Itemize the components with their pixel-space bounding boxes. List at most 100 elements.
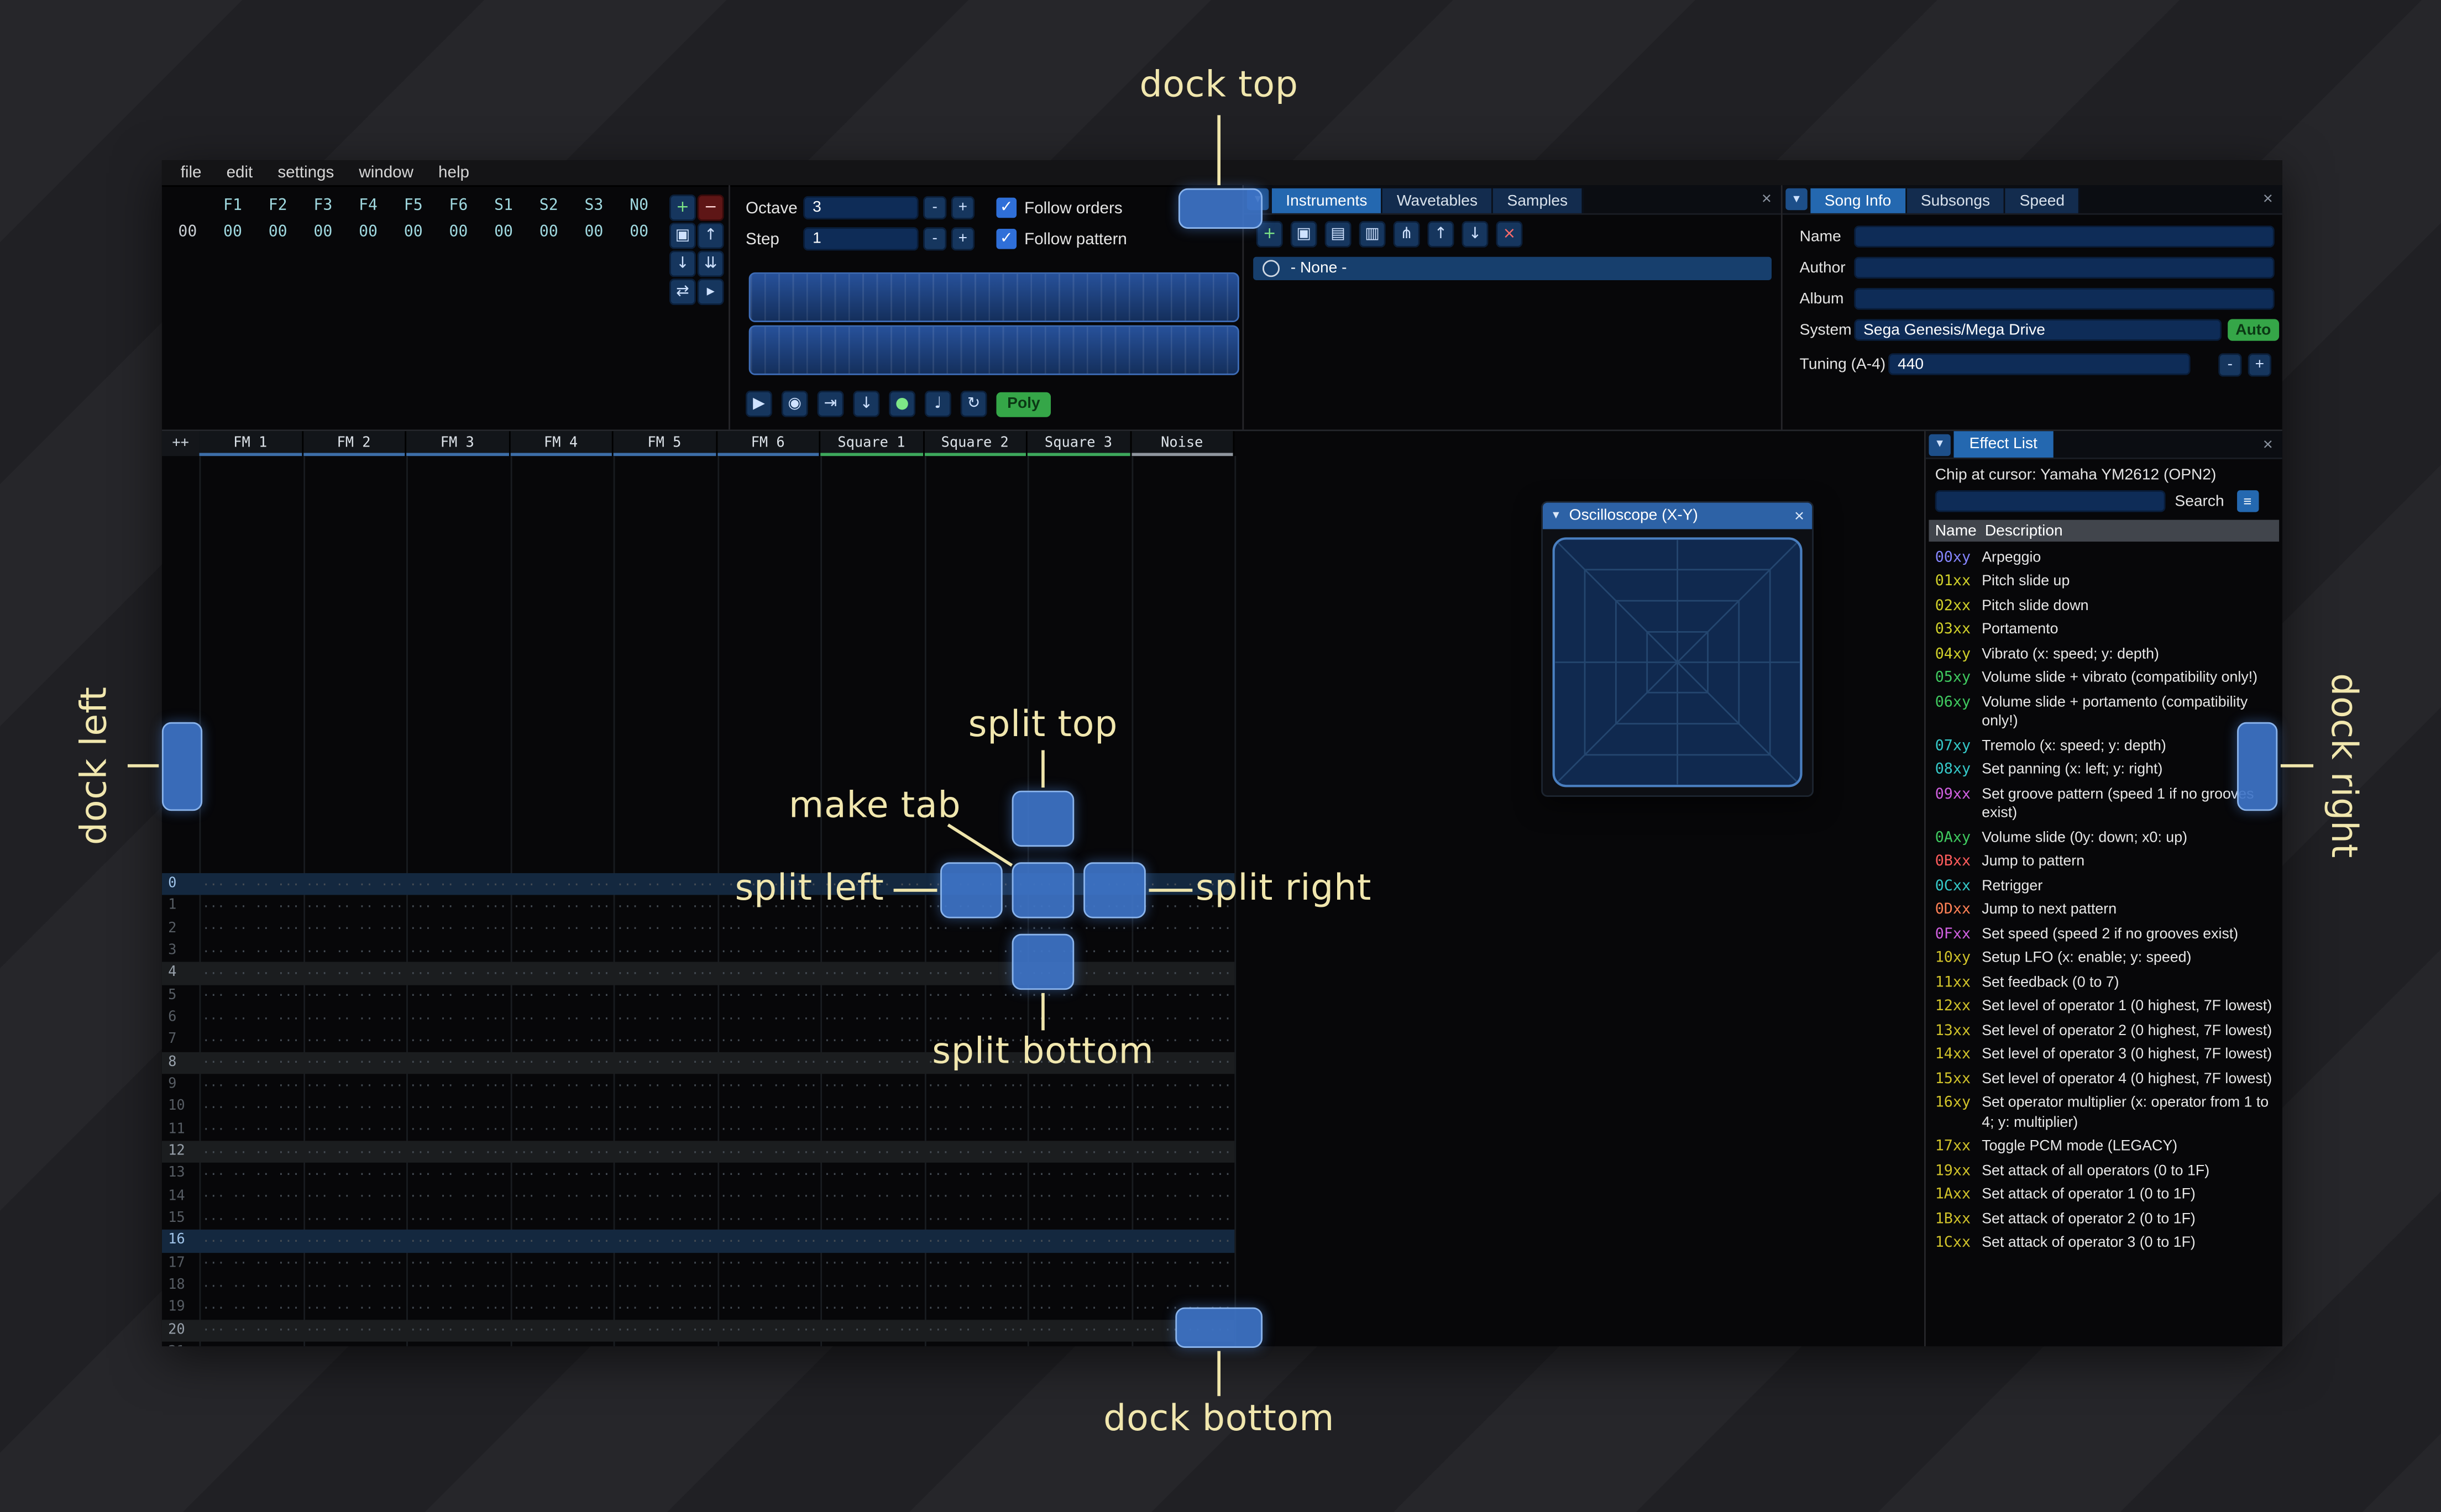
effect-row[interactable]: 07xy Tremolo (x: speed; y: depth) bbox=[1929, 734, 2279, 759]
pattern-cell[interactable]: ··· ·· ·· ··· bbox=[510, 1096, 613, 1119]
pattern-cell[interactable]: ··· ·· ·· ··· bbox=[406, 1096, 510, 1119]
effect-row[interactable]: 02xx Pitch slide down bbox=[1929, 595, 2279, 619]
pattern-cell[interactable]: ··· ·· ·· ··· bbox=[510, 1029, 613, 1051]
pattern-cell[interactable]: ··· ·· ·· ··· bbox=[614, 985, 717, 1007]
pattern-cell[interactable]: ··· ·· ·· ··· bbox=[1131, 940, 1234, 962]
pattern-cell[interactable]: ··· ·· ·· ··· bbox=[1131, 1096, 1234, 1119]
pattern-cell[interactable]: ··· ·· ·· ··· bbox=[303, 1297, 406, 1319]
pattern-cell[interactable]: ··· ·· ·· ··· bbox=[717, 1319, 820, 1341]
remove-order-button[interactable]: − bbox=[697, 195, 724, 221]
pattern-cell[interactable]: ··· ·· ·· ··· bbox=[303, 918, 406, 940]
pattern-cell[interactable]: ··· ·· ·· ··· bbox=[303, 1119, 406, 1141]
close-icon[interactable]: × bbox=[2254, 190, 2282, 209]
pattern-cell[interactable]: ··· ·· ·· ··· bbox=[1131, 1119, 1234, 1141]
effect-row[interactable]: 0Axy Volume slide (0y: down; x0: up) bbox=[1929, 826, 2279, 851]
pattern-cell[interactable]: ··· ·· ·· ··· bbox=[199, 873, 302, 895]
effect-row[interactable]: 04xy Vibrato (x: speed; y: depth) bbox=[1929, 643, 2279, 667]
pattern-cell[interactable]: ··· ·· ·· ··· bbox=[717, 1185, 820, 1208]
move-instrument-up-button[interactable]: ↑ bbox=[1427, 221, 1454, 248]
pattern-cell[interactable]: ··· ·· ·· ··· bbox=[717, 1096, 820, 1119]
octave-decrease-button[interactable]: - bbox=[923, 196, 947, 220]
order-value-cell[interactable]: 00 bbox=[391, 224, 436, 242]
pattern-cell[interactable]: ··· ·· ·· ··· bbox=[199, 1007, 302, 1029]
pattern-cell[interactable]: ··· ·· ·· ··· bbox=[820, 1208, 924, 1230]
order-change-mode-button[interactable]: ⇄ bbox=[669, 279, 696, 306]
pattern-cell[interactable]: ··· ·· ·· ··· bbox=[406, 1007, 510, 1029]
effect-row[interactable]: 14xx Set level of operator 3 (0 highest, … bbox=[1929, 1043, 2279, 1068]
pattern-cell[interactable]: ··· ·· ·· ··· bbox=[614, 1208, 717, 1230]
split-target-left[interactable] bbox=[940, 862, 1003, 918]
pattern-cell[interactable]: ··· ·· ·· ··· bbox=[614, 1074, 717, 1096]
pattern-cell[interactable]: ··· ·· ·· ··· bbox=[303, 873, 406, 895]
pattern-cell[interactable]: ··· ·· ·· ··· bbox=[1131, 985, 1234, 1007]
pattern-cell[interactable]: ··· ·· ·· ··· bbox=[510, 1074, 613, 1096]
tuning-field[interactable]: 440 bbox=[1888, 353, 2191, 375]
order-value-cell[interactable]: 00 bbox=[526, 224, 572, 242]
pattern-cell[interactable]: ··· ·· ·· ··· bbox=[820, 985, 924, 1007]
pattern-cell[interactable]: ··· ·· ·· ··· bbox=[303, 1007, 406, 1029]
pattern-cell[interactable]: ··· ·· ·· ··· bbox=[406, 918, 510, 940]
step-increase-button[interactable]: + bbox=[951, 227, 975, 251]
pattern-cell[interactable]: ··· ·· ·· ··· bbox=[510, 1297, 613, 1319]
pattern-cell[interactable]: ··· ·· ·· ··· bbox=[820, 1341, 924, 1346]
oscilloscope-title-bar[interactable]: ▼ Oscilloscope (X-Y) × bbox=[1542, 502, 1813, 529]
pattern-cell[interactable]: ··· ·· ·· ··· bbox=[199, 918, 302, 940]
pattern-cell[interactable]: ··· ·· ·· ··· bbox=[406, 1230, 510, 1252]
pattern-cell[interactable]: ··· ·· ·· ··· bbox=[924, 1274, 1027, 1296]
pattern-cell[interactable]: ··· ·· ·· ··· bbox=[510, 1163, 613, 1185]
pattern-cell[interactable]: ··· ·· ·· ··· bbox=[717, 1007, 820, 1029]
pattern-cell[interactable]: ··· ·· ·· ··· bbox=[510, 918, 613, 940]
pattern-cell[interactable]: ··· ·· ·· ··· bbox=[510, 1119, 613, 1141]
song-tab-subsongs[interactable]: Subsongs bbox=[1906, 188, 2006, 213]
menu-item-window[interactable]: window bbox=[347, 162, 426, 183]
pattern-cell[interactable]: ··· ·· ·· ··· bbox=[510, 1141, 613, 1163]
channel-header[interactable]: FM 2 bbox=[302, 431, 407, 456]
pattern-cell[interactable]: ··· ·· ·· ··· bbox=[614, 1096, 717, 1119]
pattern-cell[interactable]: ··· ·· ·· ··· bbox=[510, 1185, 613, 1208]
pattern-cell[interactable]: ··· ·· ·· ··· bbox=[924, 918, 1027, 940]
pattern-cell[interactable]: ··· ·· ·· ··· bbox=[1131, 1074, 1234, 1096]
make-tab-target[interactable] bbox=[1012, 862, 1075, 918]
channel-header[interactable]: FM 6 bbox=[716, 431, 821, 456]
pattern-cell[interactable]: ··· ·· ·· ··· bbox=[406, 873, 510, 895]
pattern-cell[interactable]: ··· ·· ·· ··· bbox=[303, 1185, 406, 1208]
effect-row[interactable]: 03xx Portamento bbox=[1929, 618, 2279, 643]
collapse-icon[interactable]: ▼ bbox=[1929, 433, 1951, 455]
pattern-cell[interactable]: ··· ·· ·· ··· bbox=[1028, 1319, 1131, 1341]
play-button[interactable]: ▶ bbox=[746, 390, 772, 417]
dock-target-left[interactable] bbox=[161, 722, 203, 811]
pattern-cell[interactable]: ··· ·· ·· ··· bbox=[820, 1252, 924, 1274]
pattern-cell[interactable]: ··· ·· ·· ··· bbox=[199, 1029, 302, 1051]
split-target-top[interactable] bbox=[1012, 790, 1075, 847]
save-instrument-button[interactable]: ▥ bbox=[1359, 221, 1386, 248]
pattern-cell[interactable]: ··· ·· ·· ··· bbox=[199, 1185, 302, 1208]
channel-header[interactable]: FM 5 bbox=[613, 431, 717, 456]
song-tab-speed[interactable]: Speed bbox=[2005, 188, 2081, 213]
pattern-cell[interactable]: ··· ·· ·· ··· bbox=[820, 1163, 924, 1185]
pattern-cell[interactable]: ··· ·· ·· ··· bbox=[406, 1274, 510, 1296]
split-target-bottom[interactable] bbox=[1012, 933, 1075, 990]
pattern-cell[interactable]: ··· ·· ·· ··· bbox=[303, 895, 406, 917]
pattern-cell[interactable]: ··· ·· ·· ··· bbox=[303, 1163, 406, 1185]
repeat-pattern-button[interactable]: ↻ bbox=[960, 390, 987, 417]
channel-header[interactable]: Noise bbox=[1131, 431, 1235, 456]
close-icon[interactable]: × bbox=[2254, 435, 2282, 454]
pattern-cell[interactable]: ··· ·· ·· ··· bbox=[820, 940, 924, 962]
order-value-cell[interactable]: 00 bbox=[481, 224, 526, 242]
follow-pattern-checkbox[interactable]: ✓ bbox=[996, 229, 1017, 249]
pattern-cell[interactable]: ··· ·· ·· ··· bbox=[820, 1274, 924, 1296]
pattern-cell[interactable]: ··· ·· ·· ··· bbox=[303, 940, 406, 962]
song-tab-song-info[interactable]: Song Info bbox=[1810, 188, 1907, 213]
octave-increase-button[interactable]: + bbox=[951, 196, 975, 220]
pattern-cell[interactable]: ··· ·· ·· ··· bbox=[924, 985, 1027, 1007]
move-order-down-button[interactable]: ↓ bbox=[669, 250, 696, 277]
pattern-cell[interactable]: ··· ·· ·· ··· bbox=[614, 1119, 717, 1141]
pattern-cell[interactable]: ··· ·· ·· ··· bbox=[303, 1230, 406, 1252]
play-from-cursor-button[interactable]: ⇥ bbox=[817, 390, 844, 417]
pattern-cell[interactable]: ··· ·· ·· ··· bbox=[406, 1252, 510, 1274]
effect-list-tab[interactable]: Effect List bbox=[1953, 431, 2053, 458]
effect-row[interactable]: 0Fxx Set speed (speed 2 if no grooves exi… bbox=[1929, 923, 2279, 947]
effect-row[interactable]: 0Dxx Jump to next pattern bbox=[1929, 899, 2279, 923]
dock-target-bottom[interactable] bbox=[1175, 1307, 1263, 1348]
pattern-cell[interactable]: ··· ·· ·· ··· bbox=[614, 1319, 717, 1341]
